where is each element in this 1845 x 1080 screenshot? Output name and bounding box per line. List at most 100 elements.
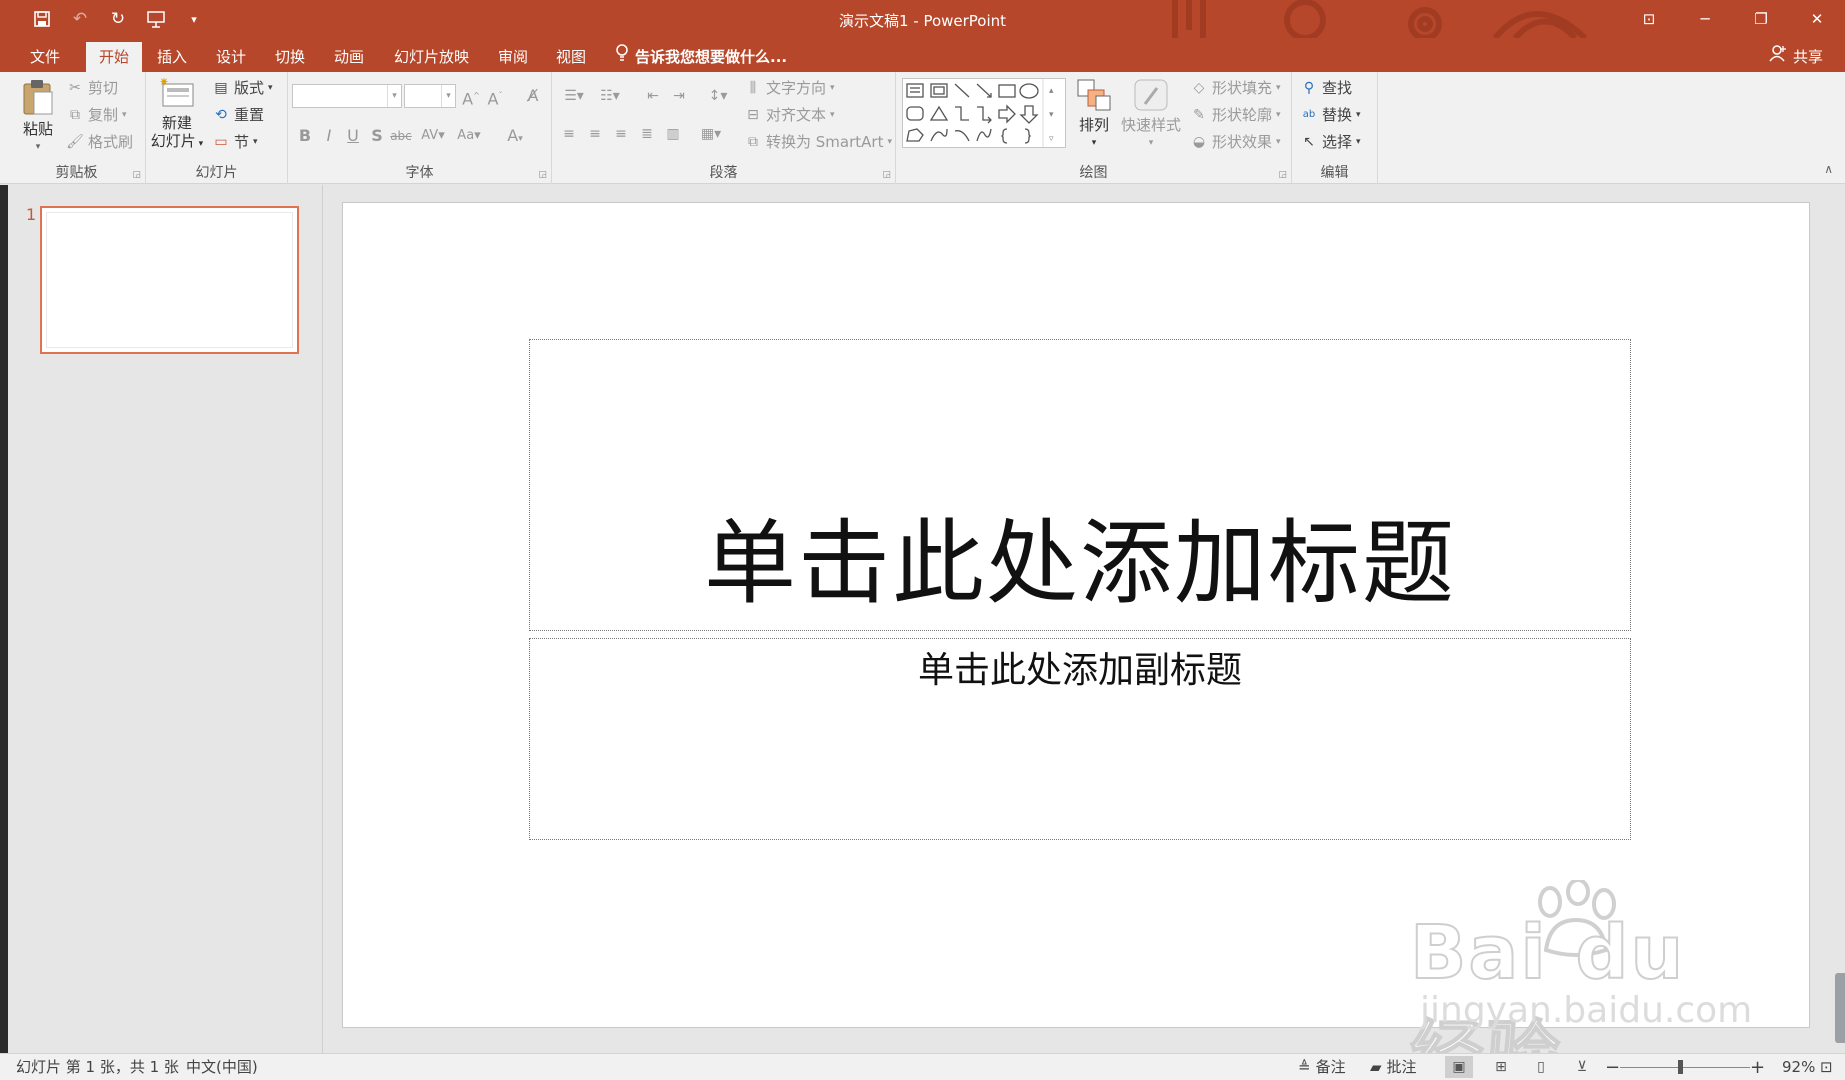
cut-button[interactable]: ✂ 剪切	[66, 76, 118, 100]
find-button[interactable]: ⚲ 查找	[1300, 76, 1352, 100]
paintbrush-icon: 🖌	[66, 134, 84, 150]
paragraph-group-label: 段落	[709, 165, 738, 181]
quick-styles-button[interactable]: 快速样式 ▾	[1118, 78, 1184, 152]
vertical-scrollbar[interactable]	[1835, 973, 1845, 1043]
paste-label: 粘贴	[22, 120, 53, 138]
new-slide-label-1: 新建	[161, 114, 192, 132]
slide-thumbnail[interactable]	[40, 206, 299, 354]
strikethrough-icon[interactable]: abc	[390, 124, 412, 148]
distributed-icon[interactable]: ▥	[662, 122, 684, 146]
layout-button[interactable]: ▤ 版式 ▾	[212, 76, 272, 100]
clear-formatting-icon[interactable]: A̸	[522, 84, 544, 108]
reset-icon: ⟲	[215, 107, 227, 123]
editing-group: ⚲ 查找 ab 替换 ▾ ↖ 选择 ▾ 编辑	[1292, 72, 1378, 184]
search-icon: ⚲	[1303, 80, 1315, 96]
comments-button[interactable]: ▰ 批注	[1370, 1054, 1417, 1080]
section-label: 节	[234, 133, 250, 151]
paint-bucket-icon: ◇	[1193, 80, 1205, 96]
paste-button[interactable]: 粘贴 ▾	[18, 78, 58, 156]
shape-outline-label: 形状轮廓	[1212, 106, 1273, 124]
shapes-gallery[interactable]: ▴ ▾ ▿	[902, 78, 1066, 148]
increase-indent-icon[interactable]: ⇥	[668, 84, 690, 108]
shape-fill-button[interactable]: ◇ 形状填充 ▾	[1190, 76, 1281, 100]
align-text-icon: ⊟	[747, 107, 759, 123]
tab-transitions[interactable]: 切换	[262, 42, 318, 72]
notes-button[interactable]: ≜ 备注	[1298, 1054, 1346, 1080]
slide-sorter-icon[interactable]: ⊞	[1487, 1056, 1515, 1078]
tab-file[interactable]: 文件	[17, 42, 73, 72]
underline-icon[interactable]: U	[342, 124, 364, 148]
format-painter-button[interactable]: 🖌 格式刷	[66, 130, 133, 154]
justify-icon[interactable]: ≣	[636, 122, 658, 146]
decrease-indent-icon[interactable]: ⇤	[642, 84, 664, 108]
tab-animations[interactable]: 动画	[321, 42, 377, 72]
copy-button[interactable]: ⧉ 复制 ▾	[66, 103, 127, 127]
tab-slideshow[interactable]: 幻灯片放映	[381, 42, 482, 72]
select-button[interactable]: ↖ 选择 ▾	[1300, 130, 1360, 154]
restore-icon[interactable]: ❐	[1733, 0, 1789, 38]
line-spacing-icon[interactable]: ↕▾	[702, 84, 734, 108]
convert-smartart-button[interactable]: ⧉ 转换为 SmartArt ▾	[744, 130, 892, 154]
text-direction-button[interactable]: ⫼ 文字方向 ▾	[744, 76, 835, 100]
normal-view-icon[interactable]: ▣	[1445, 1056, 1473, 1078]
subtitle-placeholder[interactable]: 单击此处添加副标题	[529, 638, 1631, 840]
title-bar: ↶ ↻ ▾ 演示文稿1 - PowerPoint ⊡ ─ ❐ ✕	[0, 0, 1845, 38]
grow-font-icon[interactable]: A^	[460, 84, 482, 108]
zoom-level[interactable]: 92%	[1782, 1054, 1815, 1080]
new-slide-button[interactable]: ✷ 新建 幻灯片 ▾	[150, 75, 204, 153]
shrink-font-icon[interactable]: Aˇ	[484, 84, 506, 108]
share-button[interactable]: 共享	[1769, 42, 1823, 72]
ribbon-display-options-icon[interactable]: ⊡	[1621, 0, 1677, 38]
new-slide-label-2: 幻灯片	[150, 132, 196, 150]
replace-button[interactable]: ab 替换 ▾	[1300, 103, 1361, 127]
tab-insert[interactable]: 插入	[144, 42, 200, 72]
close-icon[interactable]: ✕	[1789, 0, 1845, 38]
text-shadow-icon[interactable]: S	[366, 124, 388, 148]
columns-icon[interactable]: ▦▾	[694, 122, 728, 146]
font-color-icon[interactable]: A▾	[500, 124, 530, 148]
tab-review[interactable]: 审阅	[485, 42, 541, 72]
arrange-button[interactable]: 排列 ▾	[1074, 78, 1114, 152]
cursor-arrow-icon: ↖	[1303, 134, 1315, 150]
font-name-combo[interactable]: ▾	[292, 84, 402, 108]
bullets-icon[interactable]: ☰▾	[558, 84, 590, 108]
dialog-launcher-icon[interactable]: ◲	[538, 170, 547, 180]
zoom-in-icon[interactable]: +	[1750, 1054, 1765, 1080]
notes-icon: ≜	[1298, 1058, 1311, 1076]
zoom-slider-thumb[interactable]	[1678, 1060, 1683, 1074]
section-button[interactable]: ▭ 节 ▾	[212, 130, 257, 154]
align-center-icon[interactable]: ≡	[584, 122, 606, 146]
align-text-button[interactable]: ⊟ 对齐文本 ▾	[744, 103, 834, 127]
fit-to-window-icon[interactable]: ⊡	[1820, 1054, 1833, 1080]
character-spacing-icon[interactable]: AV▾	[418, 124, 448, 148]
dialog-launcher-icon[interactable]: ◲	[1278, 170, 1287, 180]
title-placeholder[interactable]: 单击此处添加标题	[529, 339, 1631, 631]
zoom-slider[interactable]	[1620, 1067, 1750, 1068]
tab-design[interactable]: 设计	[203, 42, 259, 72]
reset-button[interactable]: ⟲ 重置	[212, 103, 264, 127]
font-size-combo[interactable]: ▾	[404, 84, 456, 108]
bold-icon[interactable]: B	[294, 124, 316, 148]
dialog-launcher-icon[interactable]: ◲	[882, 170, 891, 180]
collapse-ribbon-icon[interactable]: ∧	[1824, 162, 1833, 176]
shape-effects-button[interactable]: ◒ 形状效果 ▾	[1190, 130, 1281, 154]
numbering-icon[interactable]: ☷▾	[594, 84, 626, 108]
align-right-icon[interactable]: ≡	[610, 122, 632, 146]
minimize-icon[interactable]: ─	[1677, 0, 1733, 38]
zoom-out-icon[interactable]: −	[1605, 1054, 1620, 1080]
tab-view[interactable]: 视图	[543, 42, 599, 72]
convert-smartart-label: 转换为 SmartArt	[766, 133, 884, 151]
cut-label: 剪切	[88, 79, 119, 97]
tab-home[interactable]: 开始	[86, 42, 143, 72]
shape-outline-button[interactable]: ✎ 形状轮廓 ▾	[1190, 103, 1280, 127]
align-left-icon[interactable]: ≡	[558, 122, 580, 146]
new-slide-icon: ✷	[159, 75, 194, 107]
editing-group-label: 编辑	[1320, 165, 1349, 181]
reading-view-icon[interactable]: ▯	[1527, 1056, 1555, 1078]
dialog-launcher-icon[interactable]: ◲	[132, 170, 141, 180]
change-case-icon[interactable]: Aa▾	[454, 124, 484, 148]
italic-icon[interactable]: I	[318, 124, 340, 148]
language-indicator[interactable]: 中文(中国)	[186, 1054, 258, 1080]
tell-me-box[interactable]: 告诉我您想要做什么...	[615, 42, 787, 72]
slideshow-view-icon[interactable]: ⊻	[1568, 1056, 1596, 1078]
